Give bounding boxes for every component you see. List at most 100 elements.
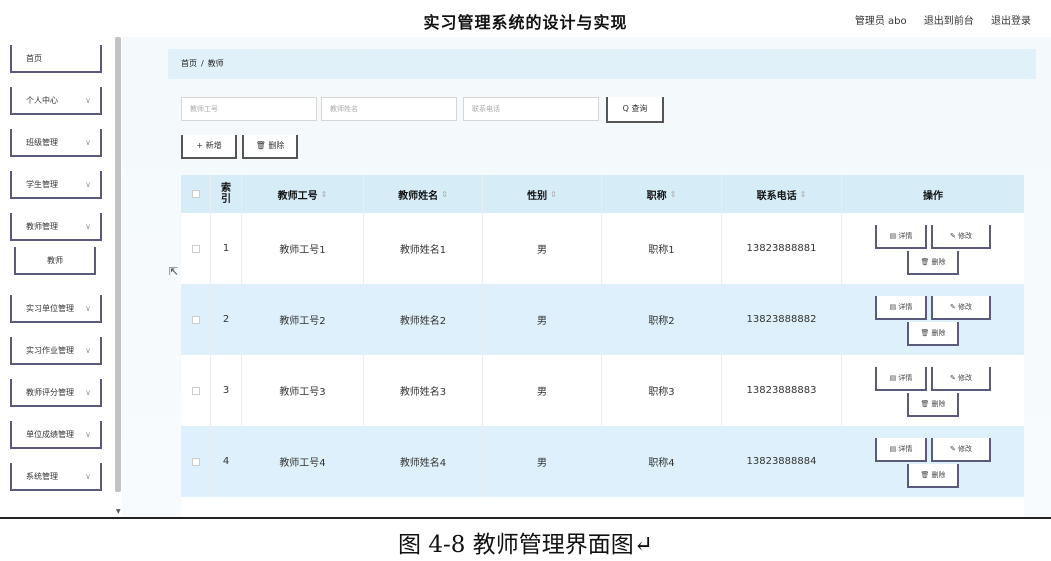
edit-button[interactable]: ✎ 修改 xyxy=(931,366,991,391)
select-all-checkbox[interactable] xyxy=(191,190,200,198)
cell-title: 职称2 xyxy=(602,284,722,355)
delete-button[interactable]: 🗑 删除 xyxy=(907,321,959,346)
sidebar-item-label: 首页 xyxy=(26,54,42,63)
detail-button[interactable]: ▤ 详情 xyxy=(875,437,927,462)
sidebar-subitem-teacher[interactable]: 教师 xyxy=(14,247,96,275)
chevron-down-icon: ∨ xyxy=(85,430,91,439)
phone-input[interactable]: 联系电话 xyxy=(463,97,599,121)
sidebar-item-teacher-management[interactable]: 教师管理 ∨ xyxy=(10,213,102,241)
row-checkbox[interactable] xyxy=(191,386,200,395)
cell-index: 4 xyxy=(211,426,242,497)
header-teacher-no[interactable]: 教师工号 ⇕ xyxy=(242,175,364,213)
header-teacher-name[interactable]: 教师姓名 ⇕ xyxy=(364,175,483,213)
sidebar-item-label: 实习作业管理 xyxy=(26,346,74,355)
chevron-down-icon: ∨ xyxy=(85,180,91,189)
header-label: 联系电话 xyxy=(756,190,797,202)
header-index: 索引 xyxy=(211,175,242,213)
cell-teacher-no: 教师工号3 xyxy=(242,355,364,426)
chevron-down-icon: ∨ xyxy=(85,346,91,355)
cell-sex: 男 xyxy=(483,355,602,426)
breadcrumb-home[interactable]: 首页 xyxy=(181,59,197,68)
logout-link[interactable]: 退出登录 xyxy=(991,16,1031,27)
sort-icon[interactable]: ⇕ xyxy=(800,190,807,199)
breadcrumb-current: 教师 xyxy=(207,59,224,68)
sidebar-item-student-management[interactable]: 学生管理 ∨ xyxy=(10,171,102,199)
sidebar-item-teacher-score-management[interactable]: 教师评分管理 ∨ xyxy=(10,379,102,407)
sort-icon[interactable]: ⇕ xyxy=(321,190,328,199)
sidebar-item-home[interactable]: 首页 xyxy=(10,45,102,73)
header-title[interactable]: 职称 ⇕ xyxy=(602,175,722,213)
detail-button[interactable]: ▤ 详情 xyxy=(875,295,927,320)
header-label: 职称 xyxy=(646,190,667,202)
breadcrumb: 首页 / 教师 xyxy=(168,49,1036,79)
cell-sex: 男 xyxy=(483,284,602,355)
select-all-cell xyxy=(181,175,211,213)
edit-button[interactable]: ✎ 修改 xyxy=(931,295,991,320)
add-button[interactable]: + 新增 xyxy=(181,135,237,159)
delete-button[interactable]: 🗑 删除 xyxy=(907,392,959,417)
scroll-down-arrow-icon[interactable]: ▼ xyxy=(116,508,121,515)
header-label: 教师姓名 xyxy=(398,190,439,202)
header-operations: 操作 xyxy=(842,175,1024,213)
table-row: 2 教师工号2 教师姓名2 男 职称2 13823888882 ▤ 详情 ✎ 修改… xyxy=(181,284,1024,355)
edit-button[interactable]: ✎ 修改 xyxy=(931,437,991,462)
chevron-down-icon: ∨ xyxy=(85,222,91,231)
sidebar-item-label: 班级管理 xyxy=(26,138,58,147)
teacher-no-input[interactable]: 教师工号 xyxy=(181,97,317,121)
detail-button[interactable]: ▤ 详情 xyxy=(875,366,927,391)
top-links: 管理员 abo 退出到前台 退出登录 xyxy=(841,12,1031,27)
cell-operations: ▤ 详情 ✎ 修改 🗑 删除 xyxy=(842,284,1024,355)
header-phone[interactable]: 联系电话 ⇕ xyxy=(722,175,842,213)
sidebar-item-personal-center[interactable]: 个人中心 ∨ xyxy=(10,87,102,115)
cell-teacher-name: 教师姓名1 xyxy=(364,213,483,284)
row-checkbox[interactable] xyxy=(191,315,200,324)
row-checkbox-cell xyxy=(181,213,211,284)
edit-button[interactable]: ✎ 修改 xyxy=(931,224,991,249)
chevron-down-icon: ∨ xyxy=(85,472,91,481)
sort-icon[interactable]: ⇕ xyxy=(670,190,677,199)
row-checkbox[interactable] xyxy=(191,457,200,466)
sidebar-item-label: 教师管理 xyxy=(26,222,58,231)
sidebar-item-internship-unit-management[interactable]: 实习单位管理 ∨ xyxy=(10,295,102,323)
teacher-name-input[interactable]: 教师姓名 xyxy=(321,97,457,121)
back-to-front-link[interactable]: 退出到前台 xyxy=(924,16,974,27)
row-checkbox-cell xyxy=(181,284,211,355)
cell-title: 职称4 xyxy=(602,426,722,497)
sidebar-item-label: 个人中心 xyxy=(26,96,58,105)
sidebar-item-label: 学生管理 xyxy=(26,180,58,189)
breadcrumb-separator: / xyxy=(201,59,204,68)
sidebar-scrollbar[interactable] xyxy=(115,37,121,492)
batch-delete-button[interactable]: 🗑 删除 xyxy=(242,135,298,159)
sidebar-item-label: 教师 xyxy=(47,256,63,265)
cell-teacher-no: 教师工号4 xyxy=(242,426,364,497)
sidebar-item-unit-grade-management[interactable]: 单位成绩管理 ∨ xyxy=(10,421,102,449)
sidebar-item-internship-homework-management[interactable]: 实习作业管理 ∨ xyxy=(10,337,102,365)
query-button[interactable]: Q 查询 xyxy=(606,97,664,123)
header-label: 性别 xyxy=(527,190,548,202)
cell-sex: 男 xyxy=(483,426,602,497)
screenshot-bottom-border xyxy=(0,517,1051,519)
cell-title: 职称3 xyxy=(602,355,722,426)
chevron-down-icon: ∨ xyxy=(85,304,91,313)
cell-teacher-name: 教师姓名4 xyxy=(364,426,483,497)
sidebar-item-label: 实习单位管理 xyxy=(26,304,74,313)
header-sex[interactable]: 性别 ⇕ xyxy=(483,175,602,213)
sort-icon[interactable]: ⇕ xyxy=(550,190,557,199)
cell-teacher-no: 教师工号2 xyxy=(242,284,364,355)
sidebar-item-label: 系统管理 xyxy=(26,472,58,481)
sidebar-item-system-management[interactable]: 系统管理 ∨ xyxy=(10,463,102,491)
row-checkbox[interactable] xyxy=(191,244,200,253)
cell-teacher-name: 教师姓名2 xyxy=(364,284,483,355)
figure-caption: 图 4-8 教师管理界面图↵ xyxy=(398,532,653,558)
delete-button[interactable]: 🗑 删除 xyxy=(907,250,959,275)
detail-button[interactable]: ▤ 详情 xyxy=(875,224,927,249)
admin-label[interactable]: 管理员 abo xyxy=(855,16,907,27)
delete-button[interactable]: 🗑 删除 xyxy=(907,463,959,488)
sidebar-item-label: 教师评分管理 xyxy=(26,388,74,397)
chevron-down-icon: ∨ xyxy=(85,96,91,105)
cell-title: 职称1 xyxy=(602,213,722,284)
main-content: 首页 / 教师 教师工号 教师姓名 联系电话 Q 查询 + 新增 🗑 删除 索引 教… xyxy=(140,37,1051,517)
top-bar: 实习管理系统的设计与实现 管理员 abo 退出到前台 退出登录 xyxy=(0,0,1051,37)
sidebar-item-class-management[interactable]: 班级管理 ∨ xyxy=(10,129,102,157)
sort-icon[interactable]: ⇕ xyxy=(441,190,448,199)
